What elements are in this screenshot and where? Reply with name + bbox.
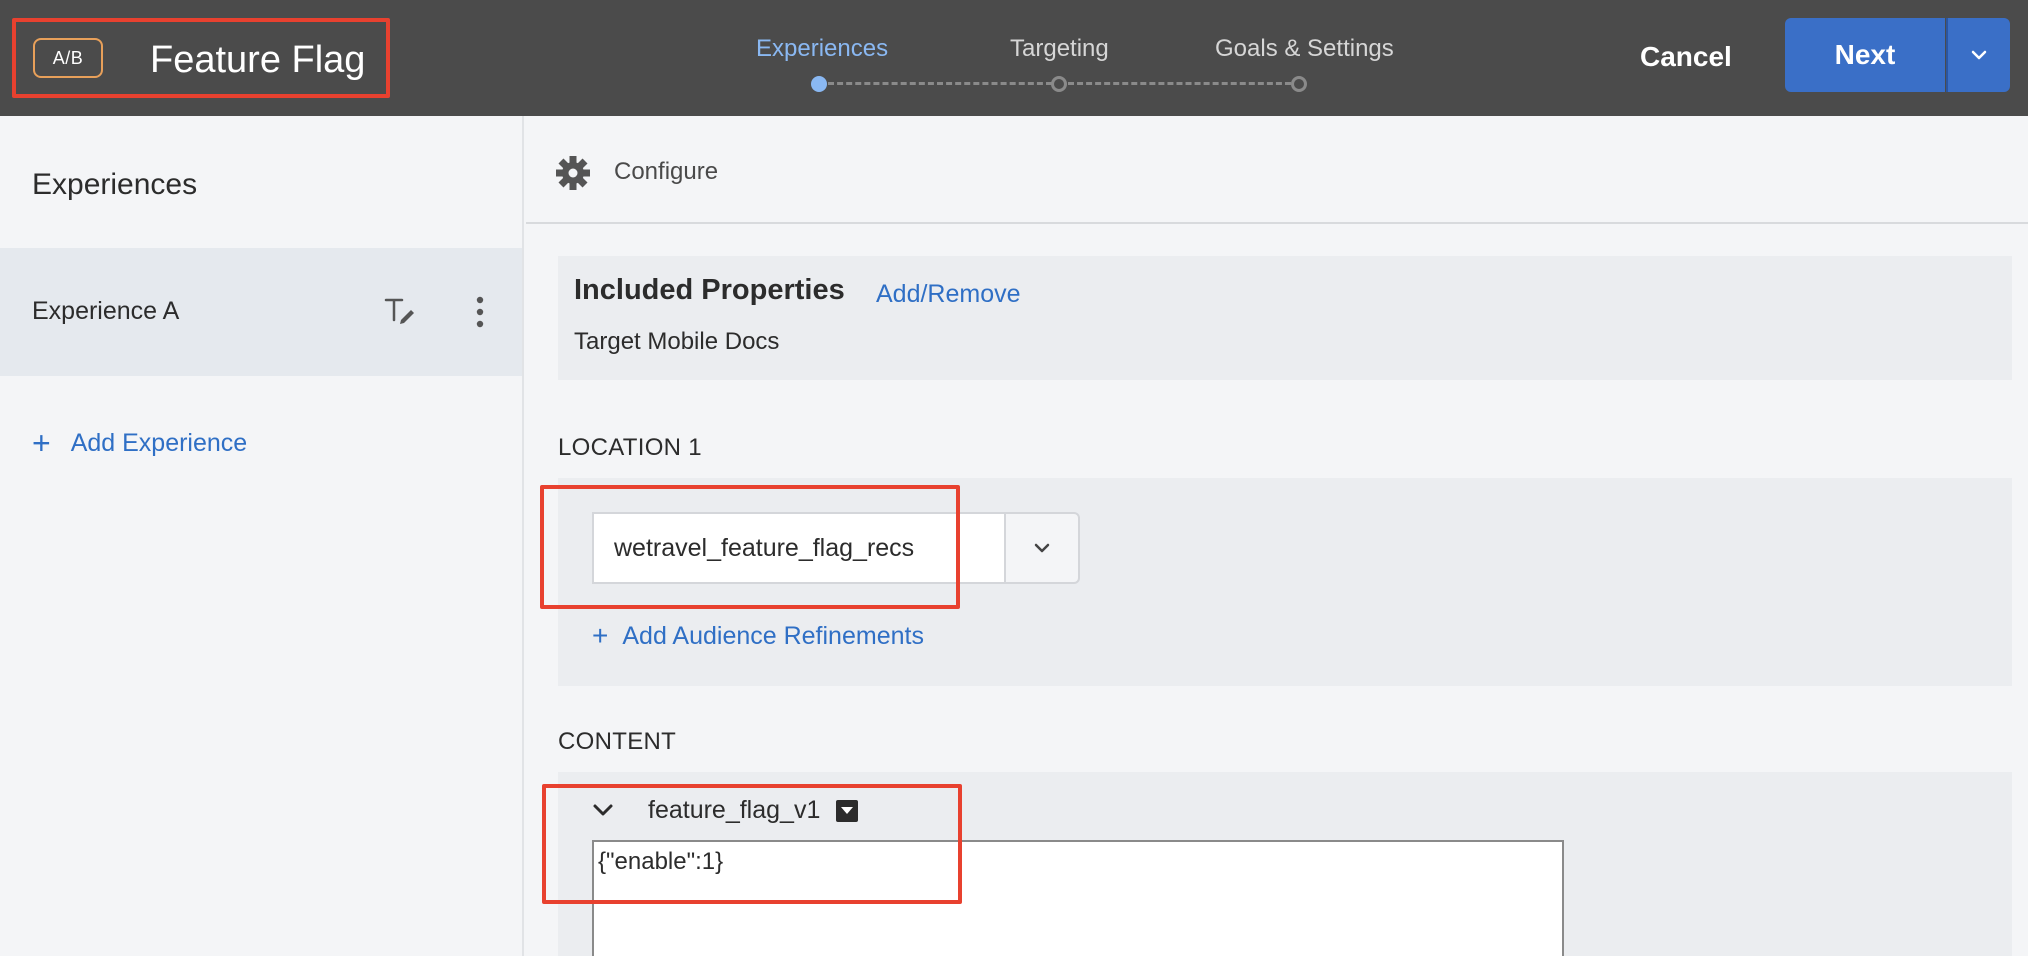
- content-label: CONTENT: [558, 728, 677, 755]
- main-panel: Configure Included Properties Add/Remove…: [526, 116, 2028, 956]
- content-panel: feature_flag_v1 {"enable":1}: [558, 772, 2012, 956]
- gear-icon: [556, 156, 590, 190]
- offer-menu-button[interactable]: [836, 800, 858, 822]
- sidebar-title: Experiences: [32, 168, 198, 201]
- location-panel: wetravel_feature_flag_recs + Add Audienc…: [558, 478, 2012, 686]
- sidebar-item-experience-a[interactable]: Experience A: [0, 248, 522, 376]
- add-audience-refinements-label: Add Audience Refinements: [622, 621, 924, 650]
- next-dropdown-button[interactable]: [1946, 18, 2010, 92]
- chevron-down-icon: [1034, 543, 1050, 553]
- step-dot-experiences: [811, 76, 827, 92]
- add-experience-button[interactable]: + Add Experience: [32, 425, 248, 461]
- plus-icon: +: [32, 425, 51, 461]
- location-select[interactable]: wetravel_feature_flag_recs: [592, 512, 1004, 584]
- add-audience-refinements-button[interactable]: + Add Audience Refinements: [592, 620, 924, 652]
- included-property-value: Target Mobile Docs: [574, 328, 780, 355]
- included-properties-panel: Included Properties Add/Remove Target Mo…: [558, 256, 2012, 380]
- step-goals-settings[interactable]: Goals & Settings: [1215, 34, 1394, 64]
- configure-label: Configure: [614, 158, 719, 185]
- step-dot-targeting: [1051, 76, 1067, 92]
- top-bar: A/B Feature Flag Experiences Targeting G…: [0, 0, 2028, 116]
- rename-icon[interactable]: [384, 296, 418, 326]
- cancel-button[interactable]: Cancel: [1640, 34, 1732, 80]
- step-targeting[interactable]: Targeting: [1010, 34, 1109, 64]
- offer-name: feature_flag_v1: [648, 796, 821, 824]
- location-label: LOCATION 1: [558, 434, 702, 461]
- step-experiences[interactable]: Experiences: [756, 34, 888, 64]
- more-options-icon[interactable]: [468, 294, 492, 330]
- add-remove-link[interactable]: Add/Remove: [876, 280, 1021, 309]
- experience-label: Experience A: [32, 297, 180, 325]
- next-button[interactable]: Next: [1785, 18, 1945, 92]
- highlight-box-title: [12, 18, 390, 98]
- collapse-chevron-icon[interactable]: [592, 802, 614, 818]
- plus-icon: +: [592, 620, 609, 651]
- caret-down-icon: [841, 807, 853, 814]
- step-connector: [1068, 82, 1300, 85]
- step-connector: [828, 82, 1052, 85]
- add-experience-label: Add Experience: [70, 428, 248, 457]
- step-dot-goals-settings: [1291, 76, 1307, 92]
- json-content-editor[interactable]: {"enable":1}: [592, 840, 1564, 956]
- location-dropdown-button[interactable]: [1004, 512, 1080, 584]
- chevron-down-icon: [1971, 50, 1987, 60]
- experiences-sidebar: Experiences Experience A + Add Experienc…: [0, 116, 524, 956]
- configure-bar[interactable]: Configure: [526, 116, 2028, 224]
- included-properties-title: Included Properties: [574, 274, 845, 306]
